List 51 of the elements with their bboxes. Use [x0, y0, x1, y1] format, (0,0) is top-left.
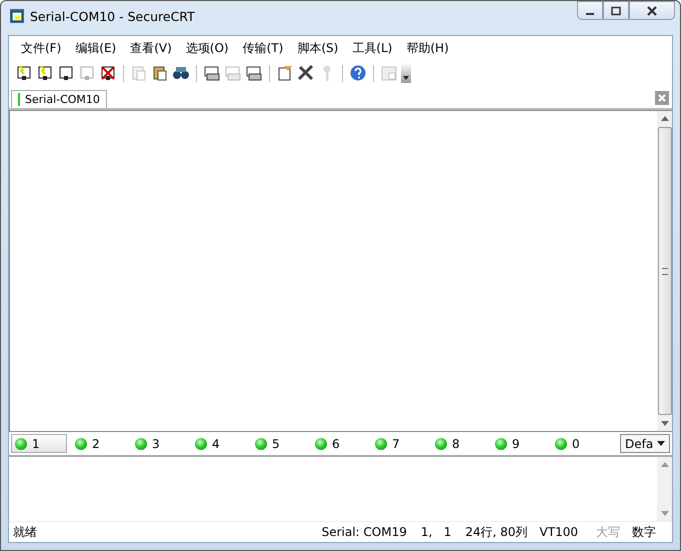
button-bar-button[interactable]: 1 — [11, 434, 67, 453]
menu-item[interactable]: 帮助(H) — [406, 40, 449, 57]
close-icon — [645, 4, 659, 16]
caret-icon — [402, 75, 410, 81]
button-bar-button[interactable]: 9 — [491, 434, 551, 453]
close-tab-button[interactable] — [655, 91, 669, 105]
button-bar-button[interactable]: 7 — [371, 434, 431, 453]
menu-item[interactable]: 编辑(E) — [75, 40, 116, 57]
caret-icon — [657, 441, 665, 446]
scroll-down-icon[interactable] — [660, 421, 668, 426]
button-bar-dropdown[interactable]: Defa — [620, 434, 670, 453]
button-bar-button[interactable]: 6 — [311, 434, 371, 453]
button-bar-button[interactable]: 2 — [71, 434, 131, 453]
status-text: 1, 1 — [420, 525, 452, 539]
button-bar-button[interactable]: 5 — [251, 434, 311, 453]
quick-connect-icon[interactable] — [36, 64, 54, 82]
help-icon[interactable] — [349, 64, 367, 82]
button-bar-button[interactable]: 4 — [191, 434, 251, 453]
status-text: 数字 — [632, 524, 656, 540]
status-text: 就绪 — [13, 524, 37, 540]
printer-icon[interactable] — [245, 64, 263, 82]
status-text: VT100 — [540, 525, 578, 539]
menu-item[interactable]: 传输(T) — [242, 40, 284, 57]
session-tab[interactable]: Serial-COM10 — [11, 90, 107, 108]
button-bar-button[interactable]: 3 — [131, 434, 191, 453]
button-bar-button[interactable]: 0 — [551, 434, 611, 453]
maximize-icon — [610, 6, 622, 16]
toolbar-overflow-button[interactable] — [401, 63, 411, 83]
menu-item[interactable]: 查看(V) — [130, 40, 172, 57]
app-icon — [9, 8, 25, 24]
menu-item[interactable]: 文件(F) — [21, 40, 62, 57]
disconnect-icon[interactable] — [99, 64, 117, 82]
status-text: 大写 — [596, 524, 620, 540]
binoculars-icon[interactable] — [172, 64, 190, 82]
minimize-icon — [586, 12, 594, 14]
scroll-bar[interactable] — [657, 111, 672, 431]
status-text: Serial: COM19 — [322, 525, 407, 539]
connect-icon[interactable] — [15, 64, 33, 82]
menu-item[interactable]: 选项(O) — [186, 40, 229, 57]
button-bar-button[interactable]: 8 — [431, 434, 491, 453]
menu-item[interactable]: 脚本(S) — [297, 40, 338, 57]
status-text: 24行, 80列 — [465, 524, 528, 540]
minimize-button[interactable] — [577, 1, 603, 20]
print-icon[interactable] — [203, 64, 221, 82]
maximize-button[interactable] — [603, 1, 629, 20]
paste-icon[interactable] — [151, 64, 169, 82]
properties-icon[interactable] — [276, 64, 294, 82]
scroll-up-icon[interactable] — [660, 116, 668, 121]
close-button[interactable] — [629, 1, 675, 20]
menu-item[interactable]: 工具(L) — [352, 40, 392, 57]
window-title: Serial-COM10 - SecureCRT — [30, 8, 195, 24]
